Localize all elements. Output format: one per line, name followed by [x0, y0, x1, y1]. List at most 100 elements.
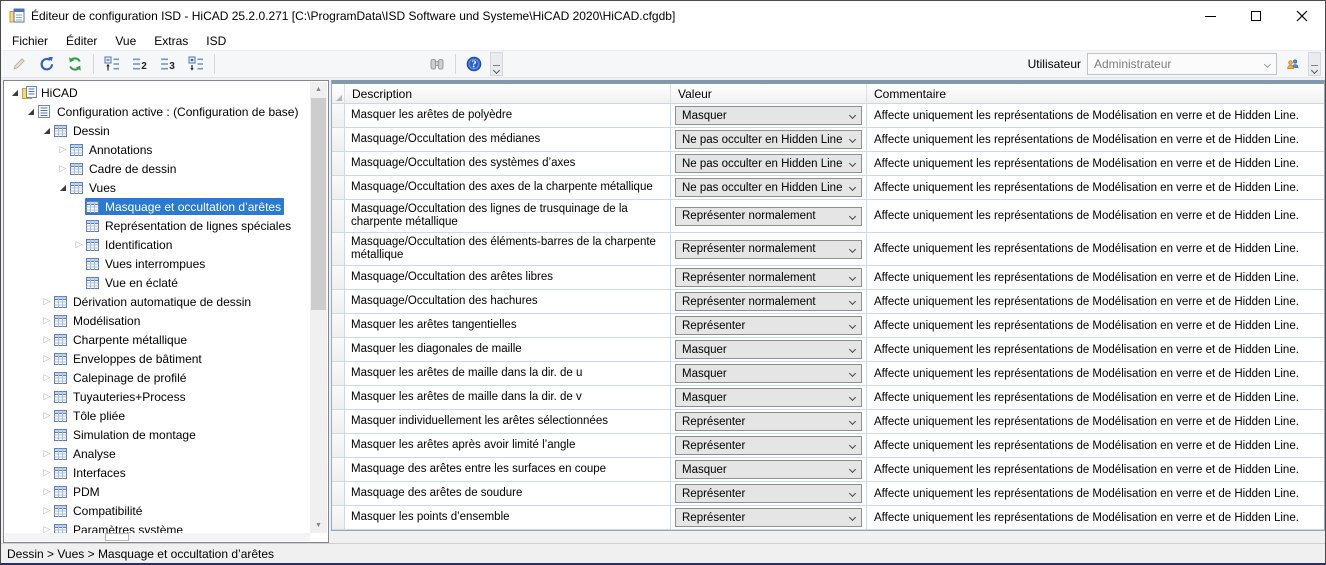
tree-node[interactable]: Vues: [69, 179, 119, 196]
tree-node[interactable]: Dérivation automatique de dessin: [53, 293, 254, 310]
tree-node[interactable]: Configuration active : (Configuration de…: [37, 103, 301, 120]
row-selector[interactable]: [332, 176, 345, 199]
collapse-arrow-icon[interactable]: ◢: [9, 83, 21, 102]
table-row[interactable]: Masquage des arêtes entre les surfaces e…: [332, 458, 1324, 482]
tree-item[interactable]: ◢HiCAD: [4, 83, 310, 102]
minimize-button[interactable]: [1187, 1, 1233, 31]
undo-button[interactable]: [34, 52, 60, 76]
tree-item[interactable]: ▷Calepinage de profilé: [4, 368, 310, 387]
tree-node[interactable]: HiCAD: [21, 84, 81, 101]
value-dropdown[interactable]: Représenter: [675, 436, 862, 455]
tree-node[interactable]: Paramètres système: [53, 521, 186, 533]
scroll-down-button[interactable]: ▼: [310, 518, 327, 533]
row-selector[interactable]: [332, 506, 345, 529]
table-row[interactable]: Masquer individuellement les arêtes séle…: [332, 410, 1324, 434]
tree-item[interactable]: ◢Vues: [4, 178, 310, 197]
value-dropdown[interactable]: Masquer: [675, 106, 862, 125]
modify-value-button[interactable]: [6, 52, 32, 76]
tree-item[interactable]: Masquage et occultation d’arêtes: [4, 197, 310, 216]
value-dropdown[interactable]: Représenter normalement: [675, 207, 862, 226]
table-row[interactable]: Masquage/Occultation des axes de la char…: [332, 176, 1324, 200]
row-selector[interactable]: [332, 458, 345, 481]
tree-node[interactable]: Représentation de lignes spéciales: [85, 217, 294, 234]
tree-node-selected[interactable]: Masquage et occultation d’arêtes: [85, 198, 284, 215]
tree-vertical-scrollbar[interactable]: ▲ ▼: [310, 82, 327, 533]
value-dropdown[interactable]: Masquer: [675, 340, 862, 359]
search-button[interactable]: [424, 52, 450, 76]
row-selector[interactable]: [332, 152, 345, 175]
value-dropdown[interactable]: Représenter normalement: [675, 292, 862, 311]
tree-horizontal-scrollbar[interactable]: [5, 533, 310, 541]
tree-item[interactable]: Représentation de lignes spéciales: [4, 216, 310, 235]
toolbar-overflow-button[interactable]: [1308, 52, 1321, 76]
row-selector[interactable]: [332, 338, 345, 361]
select-all-corner[interactable]: [332, 84, 345, 103]
column-header-commentaire[interactable]: Commentaire: [867, 84, 1324, 103]
expand-arrow-icon[interactable]: ▷: [41, 368, 53, 387]
tree-item[interactable]: ▷Modélisation: [4, 311, 310, 330]
tree-node[interactable]: Interfaces: [53, 464, 129, 481]
table-row[interactable]: Masquage/Occultation des systèmes d’axes…: [332, 152, 1324, 176]
tree-node[interactable]: Simulation de montage: [53, 426, 199, 443]
row-selector[interactable]: [332, 434, 345, 457]
value-dropdown[interactable]: Ne pas occulter en Hidden Line: [675, 130, 862, 149]
tree-item[interactable]: ▷Compatibilité: [4, 501, 310, 520]
table-row[interactable]: Masquer les arêtes de maille dans la dir…: [332, 362, 1324, 386]
tree-item[interactable]: ▷Tuyauteries+Process: [4, 387, 310, 406]
expand-level-3-button[interactable]: 3: [155, 52, 181, 76]
scrollbar-thumb[interactable]: [105, 533, 129, 541]
user-combobox[interactable]: Administrateur: [1087, 53, 1277, 75]
tree-node[interactable]: Tuyauteries+Process: [53, 388, 189, 405]
expand-arrow-icon[interactable]: ▷: [41, 349, 53, 368]
help-button[interactable]: ?: [461, 52, 487, 76]
tree-item[interactable]: ▷Annotations: [4, 140, 310, 159]
table-row[interactable]: Masquage/Occultation des éléments-barres…: [332, 233, 1324, 266]
value-dropdown[interactable]: Représenter: [675, 484, 862, 503]
tree-node[interactable]: Compatibilité: [53, 502, 145, 519]
row-selector[interactable]: [332, 410, 345, 433]
scrollbar-thumb[interactable]: [311, 98, 326, 310]
tree-node[interactable]: Vues interrompues: [85, 255, 208, 272]
tree-node[interactable]: Annotations: [69, 141, 155, 158]
collapse-all-button[interactable]: [99, 52, 125, 76]
value-dropdown[interactable]: Représenter: [675, 316, 862, 335]
expand-all-button[interactable]: [183, 52, 209, 76]
value-dropdown[interactable]: Représenter normalement: [675, 240, 862, 259]
toolbar-overflow-button[interactable]: [490, 52, 503, 76]
refresh-button[interactable]: [62, 52, 88, 76]
table-row[interactable]: Masquer les points d’ensembleReprésenter…: [332, 506, 1324, 530]
row-selector[interactable]: [332, 482, 345, 505]
value-dropdown[interactable]: Représenter: [675, 508, 862, 527]
expand-arrow-icon[interactable]: ▷: [41, 463, 53, 482]
collapse-arrow-icon[interactable]: ◢: [41, 121, 53, 140]
expand-level-2-button[interactable]: 2: [127, 52, 153, 76]
collapse-arrow-icon[interactable]: ◢: [25, 102, 37, 121]
tree-node[interactable]: Vue en éclaté: [85, 274, 181, 291]
expand-arrow-icon[interactable]: ▷: [41, 520, 53, 533]
expand-arrow-icon[interactable]: ▷: [41, 482, 53, 501]
menu-item-0[interactable]: Fichier: [3, 33, 57, 49]
row-selector[interactable]: [332, 290, 345, 313]
tree-node[interactable]: Dessin: [53, 122, 113, 139]
tree-item[interactable]: ▷PDM: [4, 482, 310, 501]
table-row[interactable]: Masquer les arêtes après avoir limité l’…: [332, 434, 1324, 458]
value-dropdown[interactable]: Représenter: [675, 412, 862, 431]
tree-item[interactable]: ▷Tôle pliée: [4, 406, 310, 425]
row-selector[interactable]: [332, 200, 345, 232]
tree-node[interactable]: Analyse: [53, 445, 119, 462]
tree-item[interactable]: Simulation de montage: [4, 425, 310, 444]
value-dropdown[interactable]: Masquer: [675, 388, 862, 407]
menu-item-3[interactable]: Extras: [145, 33, 197, 49]
row-selector[interactable]: [332, 314, 345, 337]
expand-arrow-icon[interactable]: ▷: [41, 330, 53, 349]
expand-arrow-icon[interactable]: ▷: [41, 444, 53, 463]
expand-arrow-icon[interactable]: ▷: [41, 501, 53, 520]
table-row[interactable]: Masquage/Occultation des lignes de trusq…: [332, 200, 1324, 233]
value-dropdown[interactable]: Masquer: [675, 460, 862, 479]
tree-item[interactable]: ▷Interfaces: [4, 463, 310, 482]
column-header-description[interactable]: Description: [345, 84, 671, 103]
menu-item-2[interactable]: Vue: [106, 33, 145, 49]
table-row[interactable]: Masquer les arêtes de polyèdreMasquerAff…: [332, 104, 1324, 128]
tree-item[interactable]: ▷Charpente métallique: [4, 330, 310, 349]
maximize-button[interactable]: [1233, 1, 1279, 31]
